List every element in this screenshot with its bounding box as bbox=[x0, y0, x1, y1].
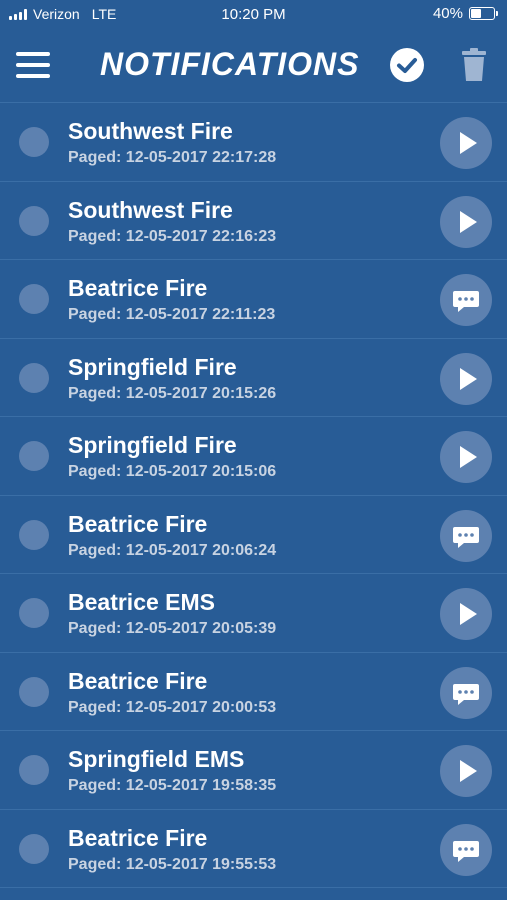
notification-paged-time: Paged: 12-05-2017 20:06:24 bbox=[68, 541, 277, 559]
notification-title: Springfield Fire bbox=[68, 353, 237, 380]
message-button[interactable] bbox=[440, 823, 492, 876]
notification-paged-time: Paged: 12-05-2017 19:58:35 bbox=[68, 777, 277, 794]
notification-paged-time: Paged: 12-05-2017 22:17:28 bbox=[68, 149, 277, 166]
notification-paged-time: Paged: 12-05-2017 20:15:26 bbox=[68, 384, 277, 402]
notification-row[interactable]: Southwest Fire Paged: 12-05-2017 22:16:23 bbox=[0, 182, 507, 260]
notification-paged-time: Paged: 12-05-2017 20:15:06 bbox=[68, 463, 277, 480]
status-right: 40% bbox=[432, 5, 498, 22]
page-title: NOTIFICATIONS bbox=[100, 46, 360, 82]
notification-title: Southwest Fire bbox=[68, 196, 233, 223]
notification-title: Beatrice EMS bbox=[68, 589, 216, 615]
notification-paged-time: Paged: 12-05-2017 19:55:53 bbox=[68, 855, 277, 873]
notification-row[interactable]: Beatrice Fire Paged: 12-05-2017 22:11:23 bbox=[0, 260, 507, 339]
battery-icon bbox=[469, 7, 498, 20]
select-circle[interactable] bbox=[19, 519, 49, 550]
message-button[interactable] bbox=[440, 509, 492, 562]
play-button[interactable] bbox=[440, 195, 492, 248]
notification-paged-time: Paged: 12-05-2017 20:00:53 bbox=[68, 698, 277, 716]
select-circle[interactable] bbox=[19, 598, 49, 628]
notification-paged-time: Paged: 12-05-2017 20:05:39 bbox=[68, 620, 277, 637]
check-circle-icon[interactable] bbox=[390, 48, 424, 82]
battery-percent: 40% bbox=[432, 5, 463, 22]
play-button[interactable] bbox=[440, 588, 492, 640]
notification-title: Southwest Fire bbox=[68, 118, 233, 144]
notification-row[interactable]: Springfield Fire Paged: 12-05-2017 20:15:… bbox=[0, 417, 507, 496]
notification-row[interactable]: Beatrice EMS Paged: 12-05-2017 20:05:39 bbox=[0, 574, 507, 653]
select-circle[interactable] bbox=[19, 127, 49, 157]
notification-row[interactable]: Beatrice Fire Paged: 12-05-2017 20:00:53 bbox=[0, 653, 507, 731]
notification-list: Southwest Fire Paged: 12-05-2017 22:17:28… bbox=[0, 102, 507, 888]
notification-row[interactable]: Springfield EMS Paged: 12-05-2017 19:58:3… bbox=[0, 731, 507, 810]
play-button[interactable] bbox=[440, 745, 492, 797]
play-button[interactable] bbox=[440, 352, 492, 405]
status-time: 10:20 PM bbox=[221, 6, 286, 23]
header: NOTIFICATIONS bbox=[0, 28, 507, 102]
select-circle[interactable] bbox=[19, 676, 49, 707]
notification-title: Beatrice Fire bbox=[68, 667, 208, 694]
trash-icon[interactable] bbox=[459, 48, 489, 82]
select-circle[interactable] bbox=[19, 755, 49, 785]
select-circle[interactable] bbox=[19, 833, 49, 864]
menu-button[interactable] bbox=[16, 52, 50, 78]
notification-title: Beatrice Fire bbox=[68, 275, 208, 301]
select-circle[interactable] bbox=[19, 362, 49, 393]
notification-title: Beatrice Fire bbox=[68, 824, 208, 851]
notification-title: Beatrice Fire bbox=[68, 510, 208, 537]
play-button[interactable] bbox=[440, 117, 492, 169]
notification-row[interactable]: Beatrice Fire Paged: 12-05-2017 19:55:53 bbox=[0, 810, 507, 888]
notification-row[interactable]: Southwest Fire Paged: 12-05-2017 22:17:28 bbox=[0, 103, 507, 182]
status-bar: Verizon LTE 10:20 PM 40% bbox=[0, 0, 507, 28]
select-circle[interactable] bbox=[19, 441, 49, 471]
notification-paged-time: Paged: 12-05-2017 22:11:23 bbox=[68, 306, 276, 323]
play-button[interactable] bbox=[440, 431, 492, 483]
notification-row[interactable]: Beatrice Fire Paged: 12-05-2017 20:06:24 bbox=[0, 496, 507, 574]
message-button[interactable] bbox=[440, 666, 492, 719]
notification-row[interactable]: Springfield Fire Paged: 12-05-2017 20:15:… bbox=[0, 339, 507, 417]
notification-title: Springfield Fire bbox=[68, 432, 237, 458]
battery-fill bbox=[471, 9, 481, 18]
message-button[interactable] bbox=[440, 274, 492, 326]
select-circle[interactable] bbox=[19, 284, 49, 314]
notification-paged-time: Paged: 12-05-2017 22:16:23 bbox=[68, 227, 277, 245]
select-circle[interactable] bbox=[19, 205, 49, 236]
notification-title: Springfield EMS bbox=[68, 746, 245, 772]
